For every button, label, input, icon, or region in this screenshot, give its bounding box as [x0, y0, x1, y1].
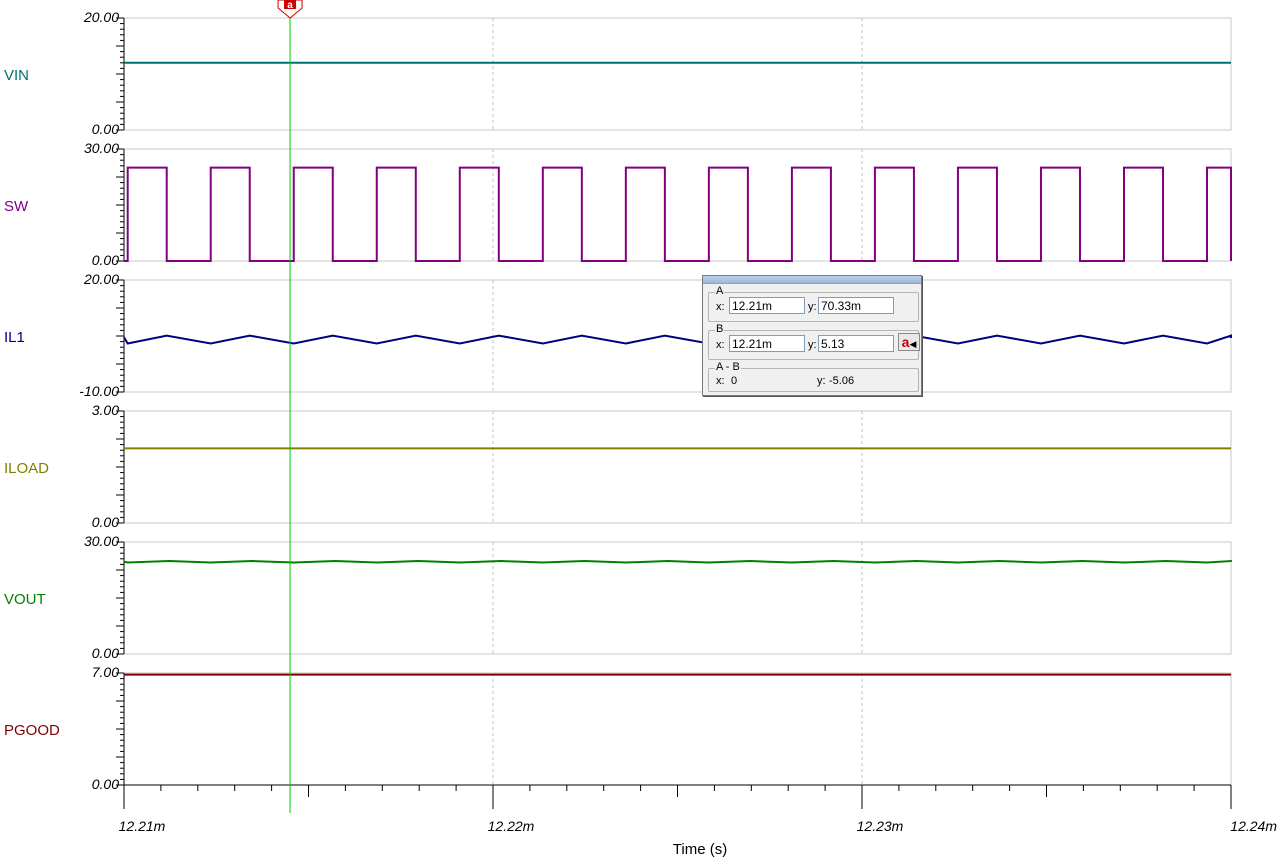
- waveform-plot[interactable]: 20.00 0.00 VIN 30.00 0.00 SW 20.00 -10.00 IL1 3.0…: [0, 0, 1280, 868]
- series-label-iload: ILOAD: [4, 460, 49, 477]
- y-min-label: 0.00: [92, 514, 119, 530]
- y-max-label: 30.00: [84, 533, 119, 549]
- y-max-label: 20.00: [83, 9, 119, 25]
- cursor-diff-label: A - B: [715, 361, 741, 373]
- cursor-a-label: A: [715, 285, 725, 297]
- cursor-a-group: A x: 12.21m y: 70.33m: [708, 285, 919, 322]
- cursor-select-button[interactable]: a◀: [898, 333, 920, 351]
- cursor-b-group: B x: 12.21m y: 5.13 a◀: [708, 323, 920, 360]
- y-max-label: 7.00: [92, 664, 119, 680]
- series-label-pgood: PGOOD: [4, 722, 60, 739]
- cursor-a-x-field[interactable]: 12.21m: [729, 297, 805, 314]
- cursor-b-label: B: [715, 323, 725, 335]
- cursor-b-x-field[interactable]: 12.21m: [729, 335, 805, 352]
- series-label-sw: SW: [4, 198, 29, 215]
- cursor-b-y-label: y:: [808, 339, 817, 351]
- y-max-label: 20.00: [83, 271, 119, 287]
- y-max-label: 3.00: [92, 402, 119, 418]
- cursor-a-y-field[interactable]: 70.33m: [818, 297, 894, 314]
- y-min-label: 0.00: [92, 645, 119, 661]
- cursor-b-x-label: x:: [716, 339, 725, 351]
- cursor-diff-group: A - B x: 0 y: -5.06: [708, 361, 919, 392]
- x-tick-label: 12.21m: [119, 818, 166, 834]
- y-min-label: 0.00: [92, 776, 119, 792]
- y-min-label: -10.00: [79, 383, 119, 399]
- y-max-label: 30.00: [84, 140, 119, 156]
- cursor-a-y-label: y:: [808, 301, 817, 313]
- x-tick-label: 12.23m: [857, 818, 904, 834]
- cursor-b-y-field[interactable]: 5.13: [818, 335, 894, 352]
- arrow-left-icon: ◀: [909, 339, 917, 349]
- x-tick-label: 12.24m: [1230, 818, 1277, 834]
- series-label-vout: VOUT: [4, 591, 46, 608]
- cursor-panel-titlebar[interactable]: [703, 276, 921, 284]
- cursor-diff-x-label: x:: [716, 375, 725, 387]
- cursor-a-x-label: x:: [716, 301, 725, 313]
- cursor-diff-y-label: y:: [817, 375, 826, 387]
- x-tick-label: 12.22m: [488, 818, 535, 834]
- series-label-il1: IL1: [4, 329, 25, 346]
- cursor-marker-letter: a: [287, 0, 293, 11]
- cursor-readout-panel[interactable]: A x: 12.21m y: 70.33m B x: 12.21m y: 5.1…: [702, 275, 922, 396]
- x-axis-label: Time (s): [673, 841, 727, 858]
- series-label-vin: VIN: [4, 67, 29, 84]
- cursor-diff-x-value: 0: [731, 375, 738, 387]
- y-min-label: 0.00: [92, 121, 119, 137]
- cursor-diff-y-value: -5.06: [829, 375, 855, 387]
- y-min-label: 0.00: [92, 252, 119, 268]
